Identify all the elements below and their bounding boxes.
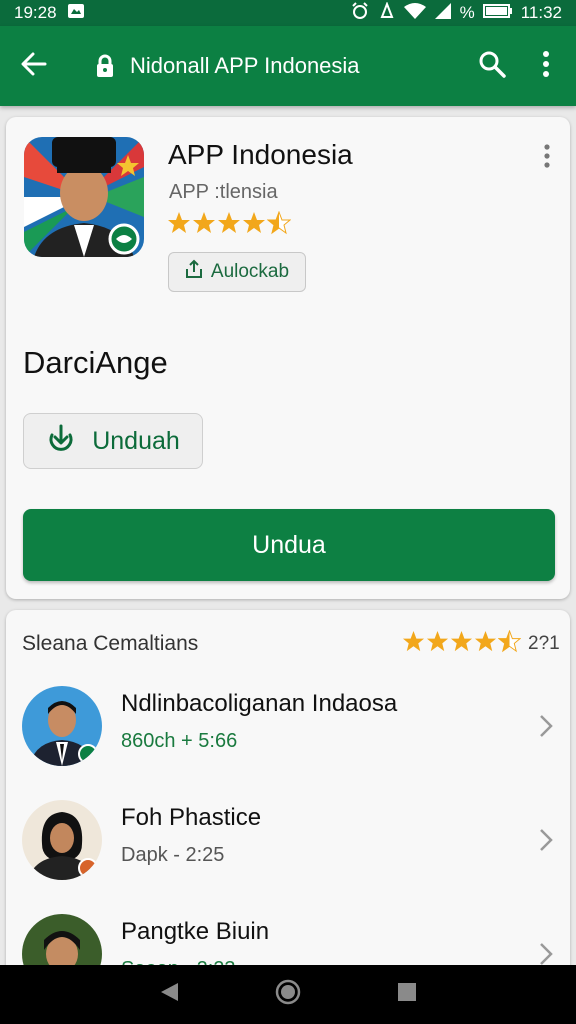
status-bar: 19:28 % 11:32: [0, 0, 576, 26]
chevron-right-icon: [534, 820, 558, 860]
download-icon: [46, 423, 76, 460]
related-list-card: Sleana Cemaltians 2?1 Ndlinbacoliganan I…: [6, 610, 570, 994]
app-subtitle: APP :tlensia: [169, 181, 278, 203]
status-time-left: 19:28: [14, 3, 57, 22]
app-details-card: APP Indonesia APP :tlensia Aulockab Darc…: [6, 117, 570, 599]
star-half-icon: [497, 629, 522, 658]
share-button[interactable]: Aulockab: [168, 252, 306, 292]
list-item[interactable]: Foh Phastice Dapk - 2:25: [6, 782, 570, 892]
status-time-right: 11:32: [520, 3, 562, 22]
circle-home-icon: [275, 979, 301, 1010]
star-full-icon: [192, 211, 216, 240]
star-full-icon: [217, 211, 241, 240]
app-icon[interactable]: [24, 137, 144, 257]
download-outline-label: Unduah: [92, 426, 180, 455]
star-full-icon: [450, 630, 473, 658]
arrow-left-icon: [21, 51, 47, 82]
list-item[interactable]: Ndlinbacoliganan Indaosa 860ch + 5:66: [6, 668, 570, 778]
system-nav-bar: [0, 965, 576, 1024]
more-vertical-icon: [544, 143, 550, 173]
card-overflow-button[interactable]: [534, 141, 560, 175]
overflow-menu-button[interactable]: [524, 46, 568, 86]
download-outline-button[interactable]: Unduah: [23, 413, 203, 469]
download-primary-button[interactable]: Undua: [23, 509, 555, 581]
list-item-title: Foh Phastice: [121, 804, 262, 831]
battery-icon: [482, 3, 513, 24]
share-button-label: Aulockab: [210, 261, 290, 282]
list-item-title: Pangtke Biuin: [121, 918, 270, 945]
square-recents-icon: [397, 982, 417, 1007]
app-bar: Nidonall APP Indonesia: [0, 26, 576, 106]
star-full-icon: [242, 211, 266, 240]
signal-icon: [434, 2, 452, 25]
triangle-back-icon: [158, 981, 180, 1008]
battery-percent: %: [459, 3, 475, 22]
chevron-right-icon: [534, 706, 558, 746]
search-icon: [478, 50, 506, 83]
star-full-icon: [402, 630, 425, 658]
list-item-subtitle: 860ch + 5:66: [121, 730, 238, 752]
star-full-icon: [426, 630, 449, 658]
vibrate-icon: [378, 0, 396, 25]
star-half-icon: [266, 210, 292, 240]
app-title: APP Indonesia: [168, 139, 353, 170]
star-full-icon: [474, 630, 497, 658]
nav-back-button[interactable]: [147, 973, 191, 1017]
list-item-subtitle: Dapk - 2:25: [121, 844, 225, 866]
notification-icon: [67, 3, 85, 24]
app-rating-stars: [167, 210, 292, 240]
list-rating-value: 2?1: [528, 633, 560, 654]
star-full-icon: [167, 211, 191, 240]
nav-recents-button[interactable]: [385, 973, 429, 1017]
back-button[interactable]: [0, 26, 68, 106]
lock-icon: [88, 54, 122, 78]
app-bar-title: Nidonall APP Indonesia: [130, 53, 360, 78]
avatar: [22, 800, 102, 880]
avatar: [22, 686, 102, 766]
nav-home-button[interactable]: [266, 973, 310, 1017]
list-item-title: Ndlinbacoliganan Indaosa: [121, 690, 398, 717]
list-rating: 2?1: [402, 629, 560, 658]
wifi-icon: [403, 2, 426, 25]
section-title: DarciAnge: [23, 345, 168, 380]
alarm-icon: [350, 1, 370, 25]
more-vertical-icon: [542, 50, 550, 82]
share-icon: [185, 259, 203, 285]
list-header: Sleana Cemaltians: [22, 632, 199, 655]
search-button[interactable]: [470, 46, 514, 86]
